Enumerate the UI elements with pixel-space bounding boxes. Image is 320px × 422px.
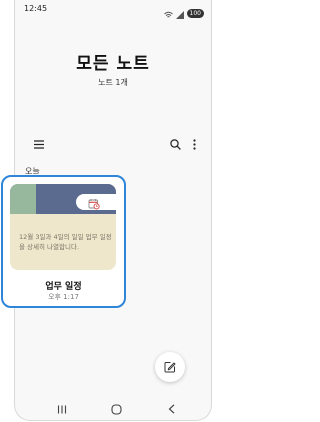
thumbnail-text: 12월 3일과 4일의 일일 업무 일정을 상세히 나열합니다. bbox=[19, 233, 112, 251]
recent-apps-button[interactable] bbox=[54, 401, 70, 417]
back-button[interactable] bbox=[163, 401, 179, 417]
more-vert-icon bbox=[192, 138, 196, 150]
thumbnail-green-block bbox=[10, 184, 36, 214]
back-icon bbox=[168, 404, 174, 414]
note-card[interactable]: 12월 3일과 4일의 일일 업무 일정을 상세히 나열합니다. 업무 일정 오… bbox=[1, 175, 126, 308]
note-title: 업무 일정 bbox=[45, 282, 82, 292]
menu-button[interactable] bbox=[32, 137, 46, 151]
page-title: 모든 노트 bbox=[76, 54, 150, 74]
status-icons: 100 bbox=[163, 4, 204, 23]
home-icon bbox=[110, 403, 122, 415]
new-note-button[interactable] bbox=[155, 352, 185, 382]
home-button[interactable] bbox=[108, 401, 124, 417]
status-time: 12:45 bbox=[24, 4, 48, 13]
edit-icon bbox=[164, 362, 176, 373]
thumbnail-calendar-badge bbox=[76, 194, 116, 210]
status-bar: 12:45 100 bbox=[15, 4, 211, 19]
calendar-clock-icon bbox=[88, 195, 100, 214]
recent-apps-icon bbox=[57, 405, 67, 413]
battery-indicator: 100 bbox=[186, 9, 204, 18]
wifi-icon bbox=[163, 4, 173, 23]
more-options-button[interactable] bbox=[187, 137, 201, 151]
menu-icon bbox=[34, 139, 44, 149]
note-thumbnail: 12월 3일과 4일의 일일 업무 일정을 상세히 나열합니다. bbox=[10, 184, 116, 270]
signal-icon bbox=[175, 4, 184, 23]
section-label-today: 오늘 bbox=[25, 167, 40, 174]
note-time: 오후 1:17 bbox=[48, 293, 79, 301]
note-count: 노트 1개 bbox=[98, 78, 128, 87]
search-button[interactable] bbox=[168, 137, 182, 151]
search-icon bbox=[169, 138, 181, 150]
system-nav-bar bbox=[0, 398, 230, 418]
